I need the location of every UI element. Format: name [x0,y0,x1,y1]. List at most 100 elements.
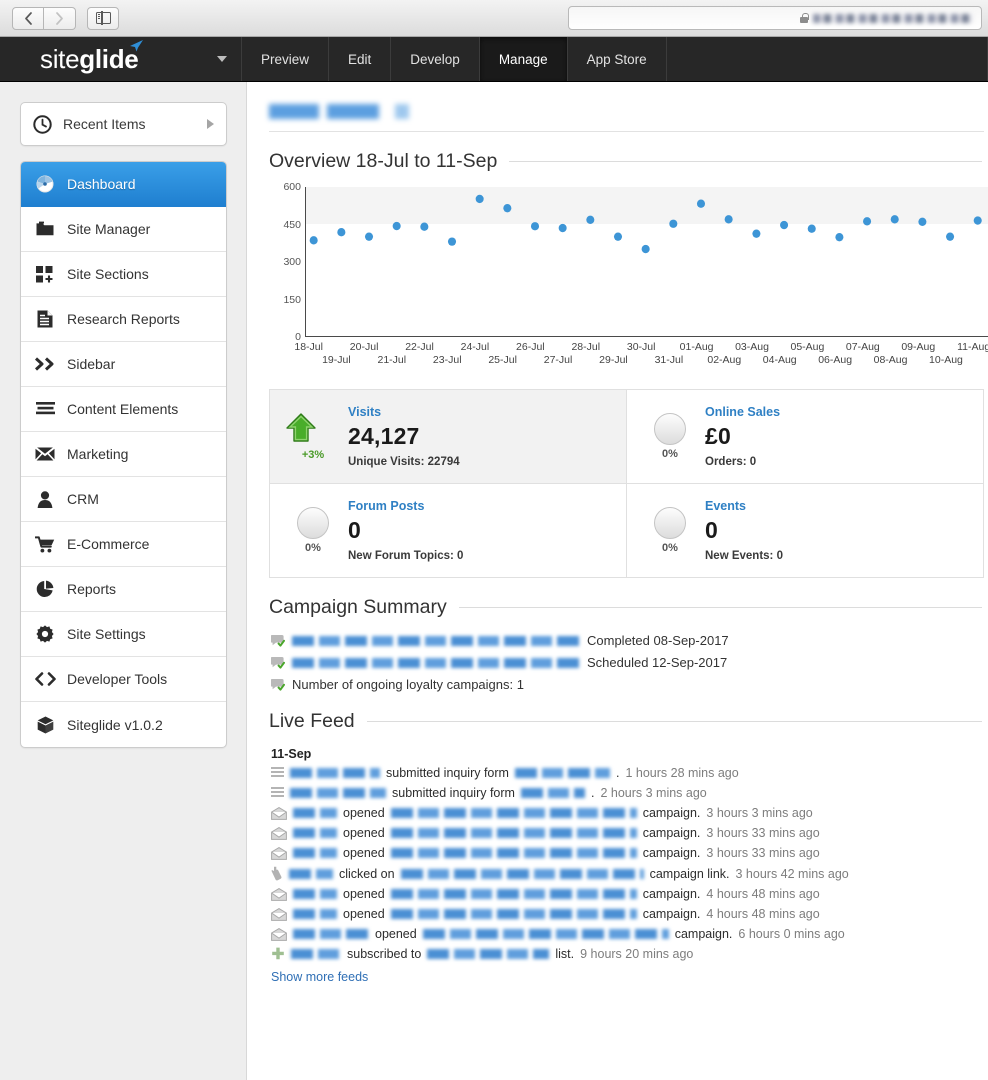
sidebar-item-ecommerce[interactable]: E-Commerce [21,522,226,567]
stat-forum-posts-name[interactable]: Forum Posts [348,499,463,513]
page-title-wrap [265,82,988,132]
livefeed-target-redacted[interactable] [422,929,669,939]
sidebar-toggle-button[interactable] [87,6,119,30]
chart-markers [309,194,982,254]
show-more-feeds-link[interactable]: Show more feeds [271,970,988,984]
stat-visits-indicator: +3% [284,412,342,461]
sidebar-item-content-elements[interactable]: Content Elements [21,387,226,432]
stat-online-sales-sub: Orders: 0 [705,456,757,468]
stat-online-sales-body: Online Sales £0 Orders: 0 [705,405,780,468]
nav-item-edit[interactable]: Edit [329,37,392,81]
livefeed-tail: campaign. [674,927,733,941]
brand-zone[interactable]: siteglide [0,37,242,81]
livefeed-user-redacted[interactable] [293,808,337,818]
sidebar: Recent Items Dashboard Site Manager Site… [0,82,246,1080]
grid-plus-icon [33,265,57,283]
recent-items-button[interactable]: Recent Items [20,102,227,146]
livefeed-user-redacted[interactable] [293,828,337,838]
livefeed-time: 4 hours 48 mins ago [706,887,820,901]
livefeed-user-redacted[interactable] [289,868,333,879]
stat-forum-posts-value: 0 [348,517,361,543]
overview-chart: 0 150 300 450 600 [269,181,988,343]
document-icon [33,310,57,328]
brand-dropdown-caret-icon[interactable] [217,56,227,62]
stat-visits-sub: Unique Visits: 22794 [348,456,460,468]
sidebar-label-dashboard: Dashboard [67,176,136,192]
code-icon [33,672,57,686]
browser-toolbar [0,0,988,37]
stat-events-name[interactable]: Events [705,499,783,513]
sidebar-label-sidebar: Sidebar [67,356,116,372]
page-title-redacted [269,104,444,119]
livefeed-target-redacted[interactable] [390,808,637,818]
livefeed-target-redacted[interactable] [400,868,644,879]
livefeed-user-redacted[interactable] [293,889,337,899]
livefeed-user-redacted[interactable] [293,929,369,939]
stat-forum-posts-body: Forum Posts 0 New Forum Topics: 0 [348,499,463,562]
chart-x-tick: 09-Aug [901,341,936,353]
nav-item-preview[interactable]: Preview [242,37,330,81]
stat-forum-posts[interactable]: 0% Forum Posts 0 New Forum Topics: 0 [270,484,626,578]
livefeed-user-redacted[interactable] [290,768,380,778]
chart-x-tick: 30-Jul [626,341,656,353]
nav-item-develop[interactable]: Develop [391,37,480,81]
campaign-link-redacted[interactable] [292,635,580,646]
sidebar-item-site-settings[interactable]: Site Settings [21,612,226,657]
stat-online-sales[interactable]: 0% Online Sales £0 Orders: 0 [627,390,983,484]
campaign-status-text: Number of ongoing loyalty campaigns: 1 [292,677,524,692]
plus-icon [271,947,285,961]
livefeed-target-redacted[interactable] [390,848,637,858]
livefeed-target-redacted[interactable] [514,768,610,778]
sidebar-item-research-reports[interactable]: Research Reports [21,297,226,342]
forward-button[interactable] [44,6,76,30]
stat-events[interactable]: 0% Events 0 New Events: 0 [627,484,983,578]
livefeed-heading-row: Live Feed [269,710,988,733]
livefeed-row: opened campaign. 3 hours 33 mins ago [271,826,988,840]
sidebar-item-site-sections[interactable]: Site Sections [21,252,226,297]
flat-circle-icon [654,507,686,539]
livefeed-user-redacted[interactable] [293,909,337,919]
address-bar[interactable] [568,6,982,30]
sidebar-item-reports[interactable]: Reports [21,567,226,612]
sidebar-item-marketing[interactable]: Marketing [21,432,226,477]
sidebar-item-version[interactable]: Siteglide v1.0.2 [21,702,226,747]
nav-item-manage[interactable]: Manage [479,37,568,81]
sidebar-item-crm[interactable]: CRM [21,477,226,522]
comment-check-icon [271,678,285,691]
livefeed-target-redacted[interactable] [390,889,637,899]
sidebar-item-sidebar[interactable]: Sidebar [21,342,226,387]
sidebar-item-dashboard[interactable]: Dashboard [21,162,226,207]
livefeed-action: opened [343,806,385,820]
stat-visits-name[interactable]: Visits [348,405,460,419]
livefeed-row: submitted inquiry form. 2 hours 3 mins ag… [271,786,988,800]
livefeed-user-redacted[interactable] [290,788,386,798]
livefeed-target-redacted[interactable] [390,828,637,838]
livefeed-user-redacted[interactable] [293,848,337,858]
livefeed-tail: campaign. [642,826,701,840]
stat-online-sales-name[interactable]: Online Sales [705,405,780,419]
overview-title: Overview 18-Jul to 11-Sep [269,150,498,172]
envelope-open-icon [271,806,287,820]
sidebar-item-site-manager[interactable]: Site Manager [21,207,226,252]
back-button[interactable] [12,6,44,30]
stat-visits[interactable]: +3% Visits 24,127 Unique Visits: 22794 [270,390,626,484]
chart-x-tick: 18-Jul [294,341,323,353]
cart-icon [33,535,57,553]
campaign-status-text: Completed 08-Sep-2017 [587,633,729,648]
sidebar-item-developer-tools[interactable]: Developer Tools [21,657,226,702]
logo-part-1: site [40,43,80,74]
campaign-row: Scheduled 12-Sep-2017 [271,655,988,670]
chart-x-tick: 28-Jul [571,341,601,353]
livefeed-user-redacted[interactable] [291,949,341,959]
campaign-link-redacted[interactable] [292,657,580,668]
comment-check-icon [271,656,285,669]
livefeed-target-redacted[interactable] [427,949,550,959]
page-title-divider [269,131,984,132]
livefeed-target-redacted[interactable] [520,788,585,798]
sidebar-label-developer-tools: Developer Tools [67,671,168,687]
nav-item-app-store[interactable]: App Store [568,37,667,81]
livefeed-target-redacted[interactable] [390,909,637,919]
stat-events-indicator: 0% [641,507,699,554]
chart-x-tick: 27-Jul [543,354,573,366]
livefeed-time: 3 hours 33 mins ago [706,846,820,860]
